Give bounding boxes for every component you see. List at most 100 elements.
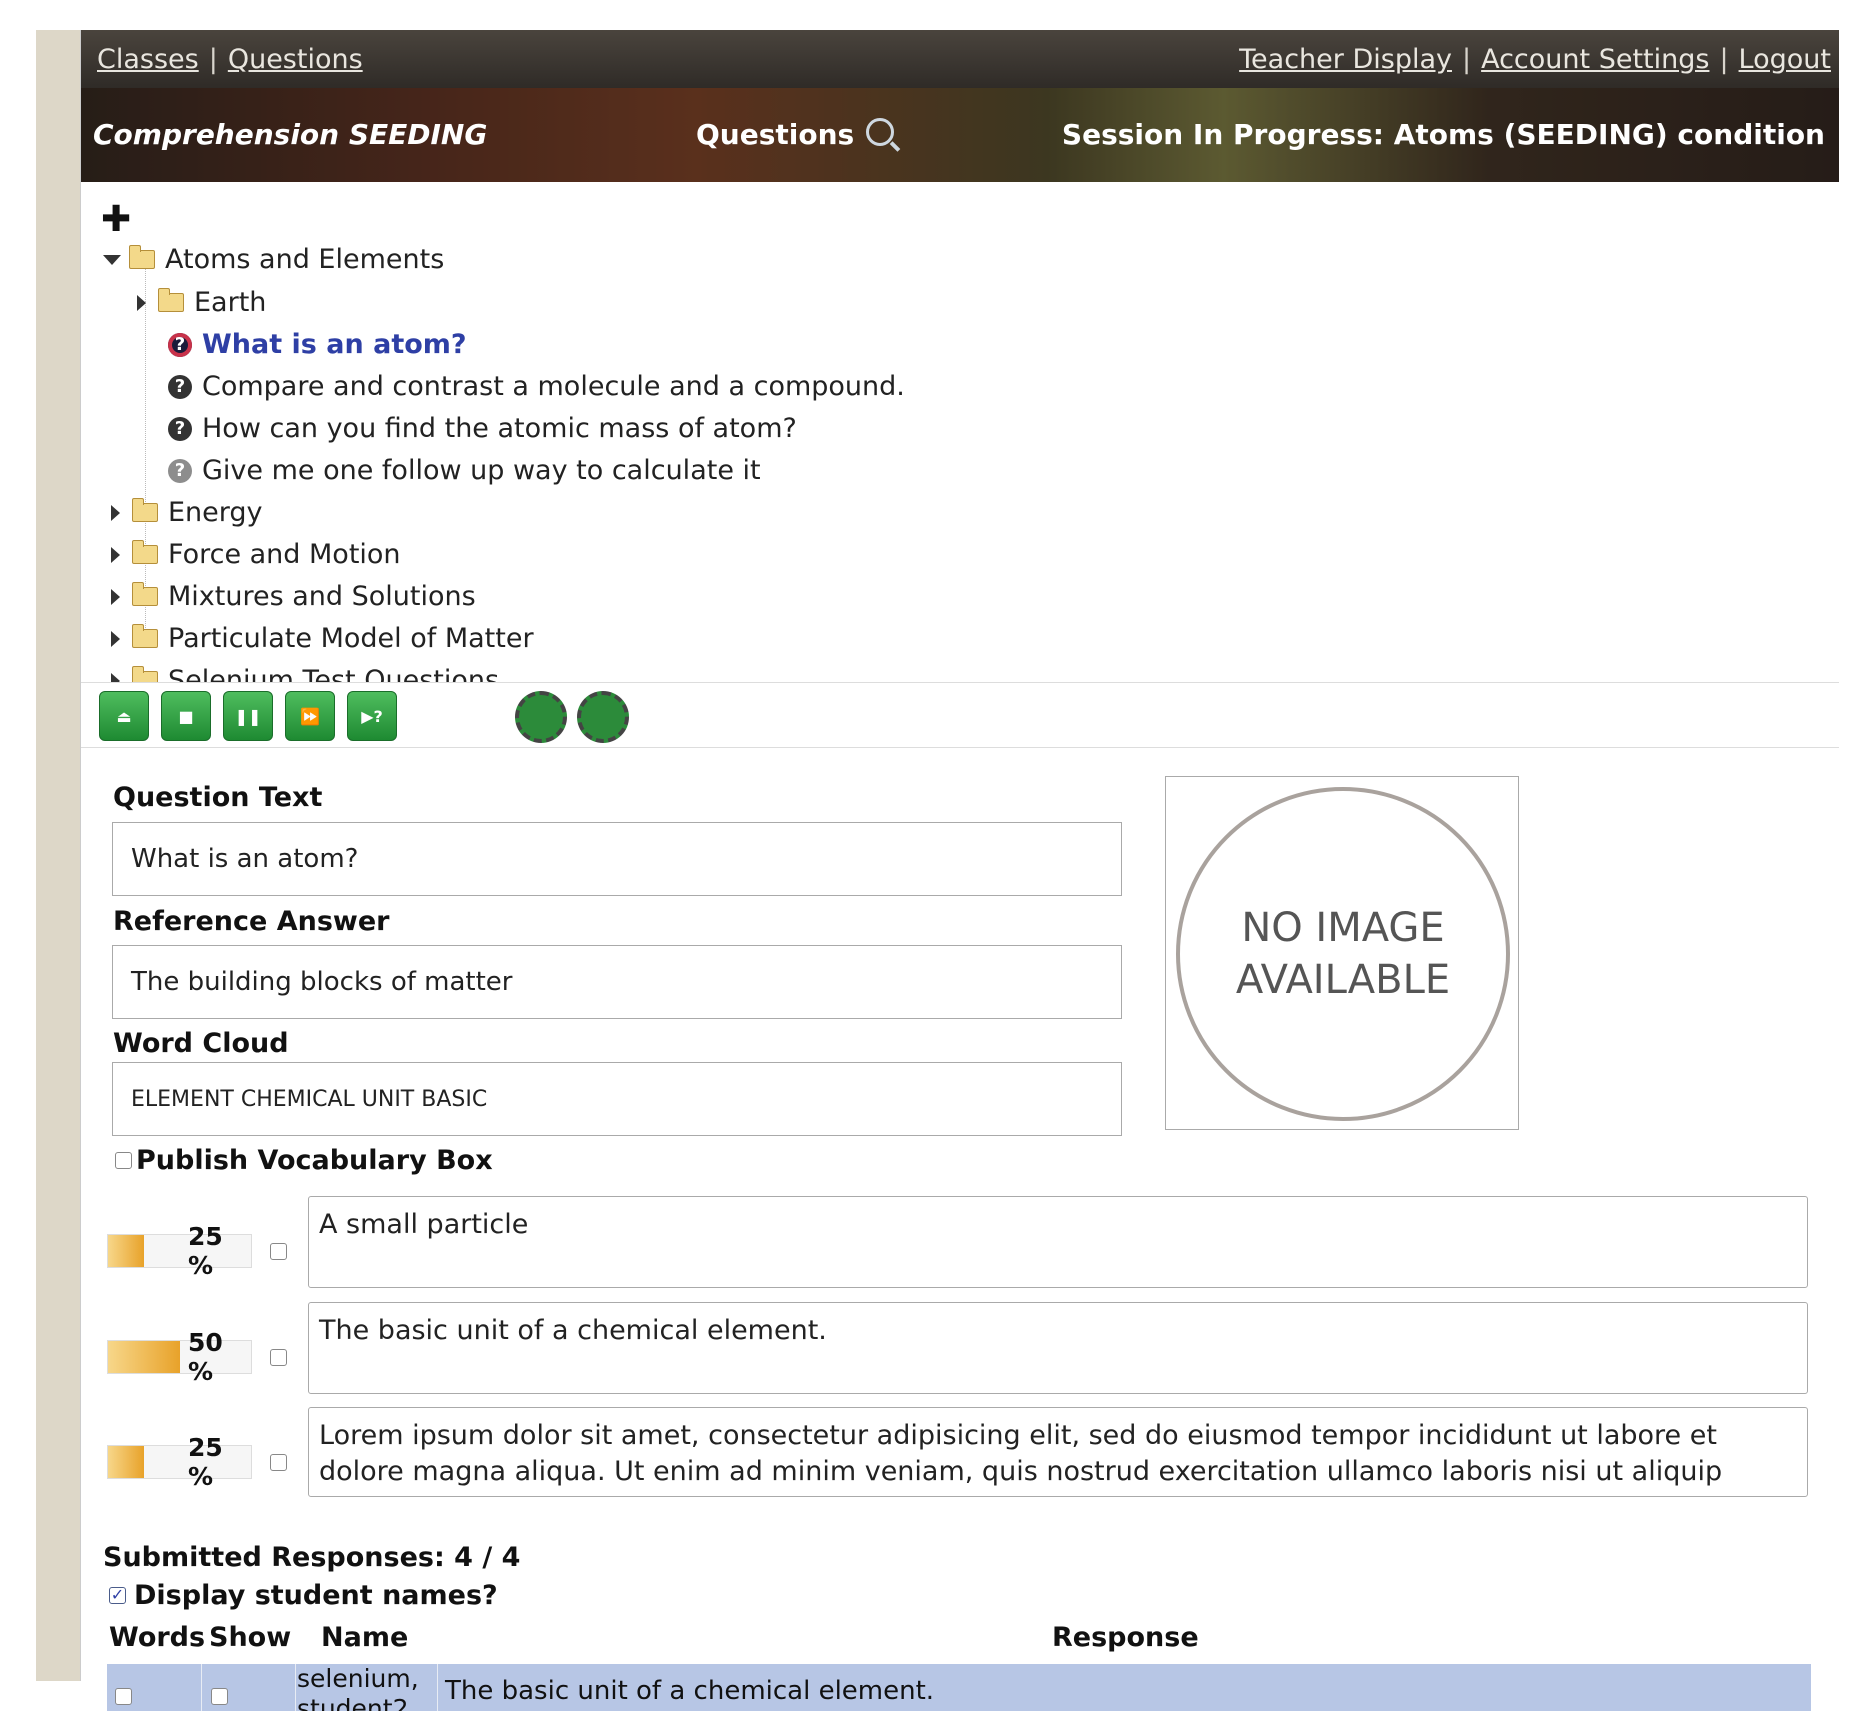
expand-right-icon[interactable]	[137, 294, 146, 311]
row-show-checkbox[interactable]	[211, 1688, 228, 1705]
stop-button[interactable]: ■	[161, 691, 211, 741]
word-cloud-input[interactable]: ELEMENT CHEMICAL UNIT BASIC	[112, 1062, 1122, 1136]
expand-right-icon[interactable]	[111, 630, 120, 647]
answer-text-box-3[interactable]: Lorem ipsum dolor sit amet, consectetur …	[308, 1407, 1808, 1497]
row-cell-show	[201, 1664, 296, 1711]
answer-percent-bar-2: 50 %	[107, 1328, 252, 1386]
reference-answer-input[interactable]: The building blocks of matter	[112, 945, 1122, 1019]
nav-link-account-settings[interactable]: Account Settings	[1481, 44, 1709, 75]
tree-question-what-is-atom[interactable]: ? What is an atom?	[168, 329, 467, 360]
tree-folder-label: Particulate Model of Matter	[168, 623, 534, 654]
folder-icon	[132, 498, 158, 522]
column-header-name[interactable]: Name	[321, 1622, 408, 1653]
column-header-show[interactable]: Show	[209, 1622, 291, 1653]
settings-gear-icon[interactable]	[515, 691, 567, 743]
expand-right-icon[interactable]	[111, 588, 120, 605]
tree-folder-particulate[interactable]: Particulate Model of Matter	[111, 623, 534, 654]
next-question-button[interactable]: ▶?	[347, 691, 397, 741]
nav-separator: |	[208, 44, 218, 75]
eject-button[interactable]: ⏏	[99, 691, 149, 741]
pause-button[interactable]: ❚❚	[223, 691, 273, 741]
tree-folder-label: Force and Motion	[168, 539, 401, 570]
folder-icon	[158, 288, 184, 312]
display-names-checkbox[interactable]: ✓	[109, 1587, 126, 1604]
answer-select-checkbox-3[interactable]	[270, 1454, 287, 1471]
word-cloud-label: Word Cloud	[113, 1028, 289, 1059]
tree-folder-label: Energy	[168, 497, 263, 528]
tree-question-label: How can you find the atomic mass of atom…	[202, 413, 797, 444]
no-image-text-line2: AVAILABLE	[1235, 957, 1451, 1003]
tree-folder-earth[interactable]: Earth	[137, 287, 266, 318]
tree-question-compare-contrast[interactable]: ? Compare and contrast a molecule and a c…	[168, 371, 905, 402]
row-cell-name: selenium, student2	[295, 1664, 438, 1711]
app-window: Classes | Questions Teacher Display | Accoun…	[80, 30, 1839, 1711]
nav-link-questions[interactable]: Questions	[228, 44, 363, 75]
tree-question-atomic-mass[interactable]: ? How can you find the atomic mass of ato…	[168, 413, 797, 444]
tree-question-label: Give me one follow up way to calculate i…	[202, 455, 761, 486]
tree-folder-energy[interactable]: Energy	[111, 497, 263, 528]
question-icon: ?	[168, 416, 192, 441]
banner: Comprehension SEEDING Questions Session …	[81, 88, 1839, 182]
answer-percent-value-2: 50 %	[148, 1328, 251, 1386]
questions-heading-label: Questions	[696, 118, 855, 151]
session-status: Session In Progress: Atoms (SEEDING) con…	[1061, 118, 1825, 151]
folder-icon	[132, 582, 158, 606]
nav-separator: |	[1461, 44, 1472, 75]
answer-percent-value-3: 25 %	[148, 1433, 251, 1491]
reference-answer-label: Reference Answer	[113, 906, 390, 937]
folder-icon	[132, 540, 158, 564]
no-image-graphic: NO IMAGE AVAILABLE	[1176, 787, 1510, 1121]
nav-link-logout[interactable]: Logout	[1739, 44, 1831, 75]
question-active-icon: ?	[168, 332, 192, 357]
stop-icon: ■	[178, 706, 194, 726]
questions-heading: Questions	[696, 118, 895, 151]
publish-vocabulary-label: Publish Vocabulary Box	[136, 1145, 493, 1176]
nav-link-classes[interactable]: Classes	[97, 44, 199, 75]
column-header-response[interactable]: Response	[1052, 1622, 1199, 1653]
answer-percent-bar-1: 25 %	[107, 1222, 252, 1280]
publish-vocabulary-checkbox[interactable]	[115, 1152, 132, 1169]
answer-select-checkbox-1[interactable]	[270, 1243, 287, 1260]
fast-forward-button[interactable]: ⏩	[285, 691, 335, 741]
tree-folder-mixtures[interactable]: Mixtures and Solutions	[111, 581, 476, 612]
nav-right-links: Teacher Display | Account Settings | Logout	[1239, 44, 1831, 75]
answer-text-box-2[interactable]: The basic unit of a chemical element.	[308, 1302, 1808, 1394]
settings-gear-disabled-icon[interactable]	[577, 691, 629, 743]
eject-icon: ⏏	[116, 706, 132, 726]
column-header-words[interactable]: Words	[109, 1622, 205, 1653]
folder-icon	[132, 624, 158, 648]
top-gap	[0, 0, 1854, 30]
pause-icon: ❚❚	[234, 706, 262, 726]
nav-link-teacher-display[interactable]: Teacher Display	[1239, 44, 1452, 75]
nav-left-links: Classes | Questions	[97, 44, 363, 75]
search-icon[interactable]	[866, 118, 895, 146]
question-light-icon: ?	[168, 458, 192, 483]
answer-percent-unit: %	[188, 1251, 214, 1280]
expand-right-icon[interactable]	[111, 504, 120, 521]
left-rail	[36, 30, 80, 1681]
question-text-input[interactable]: What is an atom?	[112, 822, 1122, 896]
app-title: Comprehension SEEDING	[93, 118, 488, 151]
nav-separator: |	[1719, 44, 1729, 75]
table-row[interactable]: selenium, student2 The basic unit of a c…	[107, 1664, 1811, 1711]
display-names-row: ✓ Display student names?	[109, 1580, 498, 1611]
question-icon: ?	[168, 374, 192, 399]
expand-down-icon[interactable]	[103, 254, 121, 265]
expand-right-icon[interactable]	[111, 546, 120, 563]
tree-question-follow-up[interactable]: ? Give me one follow up way to calculate …	[168, 455, 761, 486]
row-words-checkbox[interactable]	[115, 1688, 132, 1705]
add-icon[interactable]: ✚	[101, 202, 131, 238]
submitted-responses-count: Submitted Responses: 4 / 4	[103, 1542, 521, 1573]
folder-icon	[129, 245, 155, 269]
tree-folder-force-motion[interactable]: Force and Motion	[111, 539, 401, 570]
answer-text-box-1[interactable]: A small particle	[308, 1196, 1808, 1288]
tree-folder-atoms-elements[interactable]: Atoms and Elements	[103, 244, 444, 275]
tree-folder-label: Mixtures and Solutions	[168, 581, 476, 612]
answer-percent-fill-1	[108, 1235, 144, 1267]
answer-percent-fill-3	[108, 1446, 144, 1478]
answer-percent-number: 50	[188, 1328, 223, 1357]
answer-percent-bar-3: 25 %	[107, 1433, 252, 1491]
answer-select-checkbox-2[interactable]	[270, 1349, 287, 1366]
publish-vocabulary-row: Publish Vocabulary Box	[115, 1145, 493, 1176]
row-cell-response: The basic unit of a chemical element.	[437, 1664, 1811, 1711]
